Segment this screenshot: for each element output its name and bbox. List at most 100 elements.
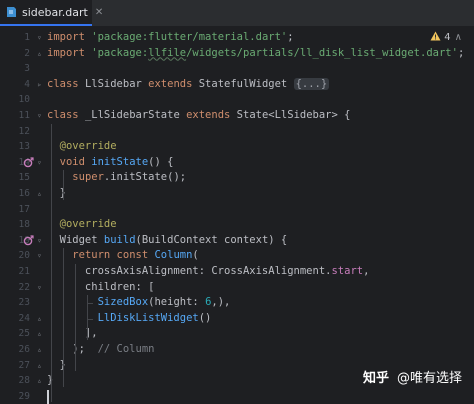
code-line[interactable]: import 'package:llfile/widgets/partials/… [47,46,464,62]
indent-guide [63,170,64,200]
code-token: Column [154,249,193,262]
code-line[interactable]: ], [47,326,98,342]
code-editor[interactable]: 1 import 'package:flutter/material.dart';… [0,27,474,404]
line-number: 17 [18,203,30,215]
fold-toggle-icon[interactable]: ▿ [37,112,45,120]
watermark: 知乎 @唯有选择 [363,367,462,386]
indent-guide [51,123,52,403]
code-token: () [198,311,212,324]
code-line[interactable]: class _LlSidebarState extends State<LlSi… [47,108,350,124]
fold-toggle-icon[interactable]: ▵ [37,330,45,338]
line-number: 18 [18,219,30,231]
code-token: 'package: [91,46,149,59]
indent-guide [87,295,88,340]
code-line[interactable]: @override [47,139,117,155]
watermark-handle: @唯有选择 [396,371,462,386]
code-token: crossAxisAlignment: CrossAxisAlignment. [47,265,332,277]
line-number: 21 [18,266,30,277]
code-token: class [47,109,85,121]
indent-guide [63,248,64,387]
line-number: 12 [18,125,30,137]
line-number: 4 [24,78,30,90]
text-caret [47,389,49,404]
fold-toggle-icon[interactable]: ▵ [37,49,45,58]
code-token: import [47,31,92,43]
line-number: 3 [24,63,30,75]
code-token: LlSidebar [84,77,149,90]
code-token: (BuildContext context) { [135,233,288,246]
code-token: ], [47,327,98,340]
code-token: State<LlSidebar> { [236,109,351,121]
code-line[interactable]: super.initState(); [47,170,186,186]
code-token: Widget [47,233,104,246]
code-line[interactable]: Widget build(BuildContext context) { [47,233,288,249]
line-number: 13 [18,141,30,153]
editor-tab-bar: sidebar.dart ✕ [0,0,474,27]
line-number: 29 [18,390,30,402]
code-token: start [331,265,364,277]
code-line[interactable]: LlDiskListWidget() [47,311,212,327]
watermark-logo: 知乎 [362,371,389,386]
tab-sidebar-dart[interactable]: sidebar.dart ✕ [0,0,103,26]
code-line[interactable]: void initState() { [47,155,174,171]
line-number: 28 [18,375,30,387]
code-token: ; [287,31,294,43]
code-token: StatefulWidget [198,77,294,90]
code-token: extends [148,77,199,90]
indent-guide [75,264,76,372]
code-line[interactable]: @override [47,217,117,233]
fold-toggle-icon[interactable]: ▵ [37,346,45,354]
fold-toggle-icon[interactable]: ▵ [37,190,45,198]
tree-connector [87,303,93,304]
fold-toggle-icon[interactable]: ▵ [37,361,45,370]
override-method-icon[interactable] [23,235,34,246]
tab-label: sidebar.dart [22,5,88,19]
code-line[interactable]: crossAxisAlignment: CrossAxisAlignment.s… [47,264,370,280]
code-token: @override [47,218,117,231]
code-token: build [103,233,136,246]
line-number: 2 [24,47,30,59]
fold-toggle-icon[interactable]: ▿ [37,158,45,167]
line-number: 27 [18,359,30,371]
line-number: 16 [18,188,30,199]
code-token: llfile [148,46,187,59]
fold-toggle-icon[interactable]: ▿ [37,236,45,245]
fold-toggle-icon[interactable]: ▵ [37,314,45,323]
code-token: super [72,171,104,184]
code-token: LlDiskListWidget [97,311,199,324]
code-token: , [363,265,370,277]
close-tab-icon[interactable]: ✕ [95,7,103,18]
dart-file-icon [5,6,17,18]
code-token: 'package:flutter/material.dart' [91,31,288,43]
code-line[interactable]: import 'package:flutter/material.dart'; [47,30,294,46]
line-number: 25 [18,328,30,340]
code-token: ); [47,343,98,355]
code-token: /widgets/partials/ll_disk_list_widget.da… [186,46,458,59]
code-line[interactable]: return const Column( [47,248,198,264]
code-token: ,), [211,296,231,309]
code-token: return const [72,249,155,262]
code-token: () { [148,155,174,168]
code-token: ; [457,46,465,59]
fold-toggle-icon[interactable]: ▿ [37,252,45,260]
code-token: void [47,155,92,168]
folded-region[interactable]: {...} [293,77,330,90]
fold-toggle-icon[interactable]: ▹ [37,80,45,89]
line-number: 10 [18,94,30,106]
code-token: initState [91,155,149,168]
line-number: 22 [18,281,30,293]
code-token: (height: [148,296,206,309]
code-line[interactable]: class LlSidebar extends StatefulWidget {… [47,77,330,93]
code-token: _LlSidebarState [84,109,187,121]
fold-toggle-icon[interactable]: ▿ [37,283,45,292]
override-method-icon[interactable] [23,157,34,168]
code-token: class [47,77,85,90]
code-token: .initState(); [103,171,187,184]
fold-toggle-icon[interactable]: ▵ [37,377,45,385]
code-token: SizedBox [97,296,149,309]
line-number: 15 [18,172,30,184]
code-token: import [47,46,92,59]
line-number: 26 [18,344,30,355]
fold-toggle-icon[interactable]: ▿ [37,34,45,42]
line-number: 23 [18,297,30,309]
